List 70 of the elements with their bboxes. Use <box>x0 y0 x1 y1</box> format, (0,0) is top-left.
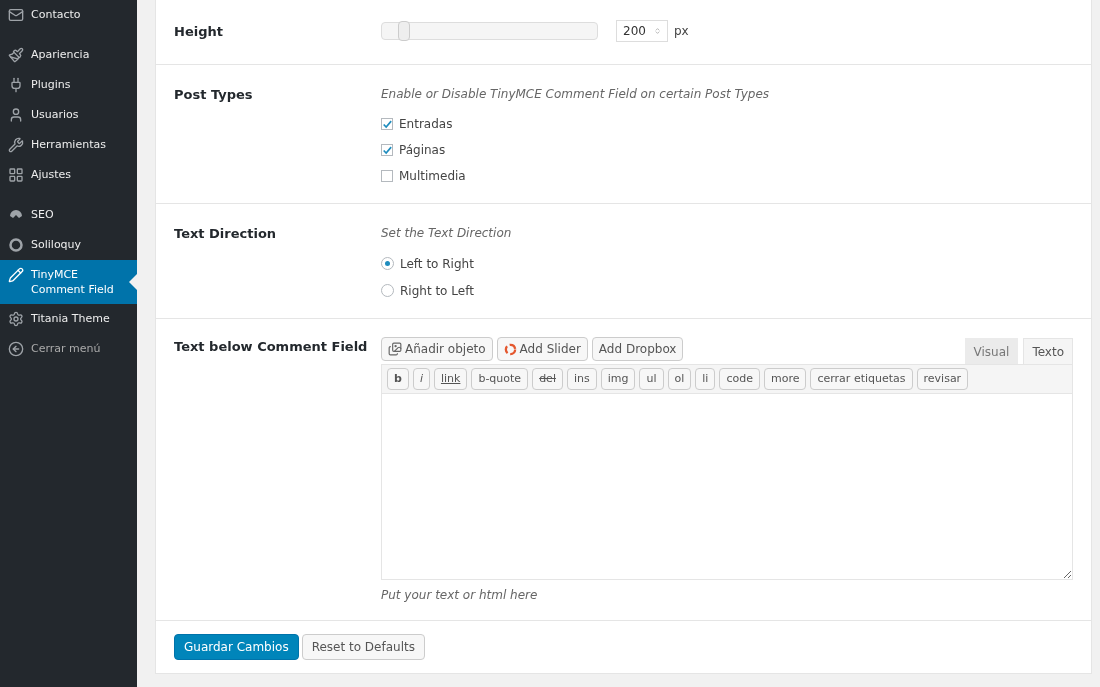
paintbrush-icon <box>8 47 24 63</box>
checkbox-label: Páginas <box>399 142 446 159</box>
radio-button[interactable] <box>381 284 394 297</box>
quicktag-button[interactable]: cerrar etiquetas <box>810 368 913 390</box>
quicktag-button[interactable]: del <box>532 368 563 390</box>
gear-icon <box>8 311 24 327</box>
setting-label: Text Direction <box>174 225 278 243</box>
wrench-icon <box>8 137 24 153</box>
media-icon <box>388 342 402 356</box>
quicktag-button[interactable]: ins <box>566 368 597 390</box>
grid-icon <box>8 167 24 183</box>
sidebar-item[interactable]: Cerrar menú <box>0 334 137 364</box>
height-input[interactable]: 200 <box>616 20 668 42</box>
collapse-icon <box>8 341 24 357</box>
slider-thumb[interactable] <box>397 21 410 41</box>
checkmark-icon <box>382 118 392 130</box>
checkbox-label: Entradas <box>399 116 453 133</box>
setting-description: Set the Text Direction <box>381 225 513 242</box>
checkbox[interactable] <box>381 118 393 130</box>
setting-label: Text below Comment Field <box>174 338 369 356</box>
media-button[interactable]: Add Slider <box>496 337 588 361</box>
quicktag-button[interactable]: img <box>600 368 636 390</box>
setting-label: Post Types <box>174 86 254 104</box>
pencil-icon <box>8 267 24 283</box>
sidebar-item[interactable]: Soliloquy <box>0 230 137 260</box>
sidebar-item[interactable]: Contacto <box>0 0 137 30</box>
sidebar-item[interactable]: Plugins <box>0 70 137 100</box>
ring-icon <box>503 342 517 356</box>
quicktag-button[interactable]: ol <box>667 368 692 390</box>
ring-icon <box>8 237 24 253</box>
setting-label: Height <box>174 23 224 41</box>
text-area[interactable] <box>381 394 1073 580</box>
editor-tab[interactable]: Visual <box>964 338 1019 364</box>
radio-button[interactable] <box>381 257 394 270</box>
sidebar-item[interactable]: Herramientas <box>0 130 137 160</box>
field-hint: Put your text or html here <box>381 587 539 604</box>
quicktag-button[interactable]: link <box>433 368 468 390</box>
quicktag-button[interactable]: li <box>695 368 716 390</box>
user-icon <box>8 107 24 123</box>
radio-label: Right to Left <box>400 282 474 300</box>
current-pointer-icon <box>129 274 137 290</box>
quicktag-button[interactable]: i <box>412 368 430 390</box>
plug-icon <box>8 77 24 93</box>
reset-button[interactable]: Reset to Defaults <box>301 634 425 660</box>
mail-icon <box>8 7 24 23</box>
spinner-icon <box>653 25 661 37</box>
quicktag-button[interactable]: code <box>719 368 760 390</box>
media-button[interactable]: Añadir objeto <box>381 337 493 361</box>
quicktag-button[interactable]: b-quote <box>471 368 529 390</box>
checkbox[interactable] <box>381 170 393 182</box>
checkmark-icon <box>382 144 392 156</box>
height-slider[interactable] <box>381 22 598 40</box>
quicktag-button[interactable]: more <box>763 368 807 390</box>
setting-description: Enable or Disable TinyMCE Comment Field on certain Post Types <box>381 86 771 103</box>
sidebar-item[interactable]: SEO <box>0 200 137 230</box>
quicktag-button[interactable]: revisar <box>916 368 969 390</box>
editor-tab[interactable]: Texto <box>1023 338 1073 364</box>
checkbox-label: Multimedia <box>399 168 466 185</box>
checkbox[interactable] <box>381 144 393 156</box>
quicktag-button[interactable]: b <box>387 368 409 390</box>
media-button[interactable]: Add Dropbox <box>591 337 684 361</box>
radio-label: Left to Right <box>400 255 474 273</box>
sidebar-item[interactable]: Usuarios <box>0 100 137 130</box>
sidebar-item[interactable]: Apariencia <box>0 40 137 70</box>
sidebar-item[interactable]: Ajustes <box>0 160 137 190</box>
save-button[interactable]: Guardar Cambios <box>174 634 299 660</box>
sidebar-item[interactable]: Titania Theme <box>0 304 137 334</box>
sidebar-item[interactable]: TinyMCE Comment Field <box>0 260 137 304</box>
unit-label: px <box>674 23 689 40</box>
quicktag-button[interactable]: ul <box>639 368 664 390</box>
